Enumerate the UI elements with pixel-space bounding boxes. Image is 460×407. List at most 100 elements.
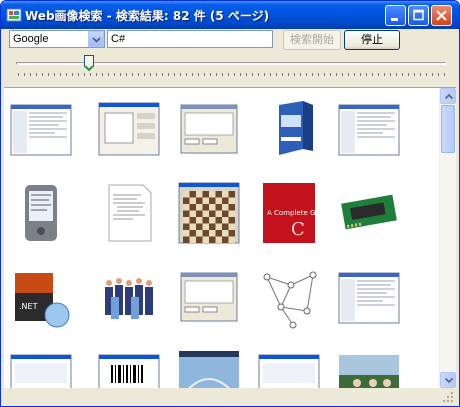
slider-tick (48, 73, 49, 76)
slider-tick (114, 73, 115, 76)
result-thumbnail-code-document[interactable] (97, 181, 161, 245)
result-thumbnail-ide-screenshot[interactable] (337, 265, 401, 329)
scroll-up-button[interactable] (440, 88, 456, 104)
slider-tick (210, 73, 211, 76)
svg-text:.NET: .NET (19, 302, 38, 311)
result-thumbnail-dialog-screenshot[interactable] (177, 97, 241, 161)
slider-tick (144, 73, 145, 76)
window-title: Web画像検索 - 検索結果: 82 件 (5 ページ) (25, 9, 270, 23)
result-thumbnail-chess-game-screenshot[interactable] (177, 181, 241, 245)
slider-tick (444, 73, 445, 76)
slider-tick (102, 73, 103, 76)
chevron-down-icon (92, 37, 101, 43)
result-thumbnail-circuit-board[interactable] (337, 181, 401, 245)
status-bar (4, 388, 456, 405)
slider-tick (198, 73, 199, 76)
app-icon (6, 8, 22, 22)
slider-tick (96, 73, 97, 76)
slider-tick (90, 73, 91, 76)
main-window: Web画像検索 - 検索結果: 82 件 (5 ページ) Google 検索開始… (0, 0, 460, 407)
result-thumbnail-photo[interactable] (337, 349, 401, 388)
slider-tick (54, 73, 55, 76)
scroll-thumb[interactable] (441, 105, 455, 153)
result-thumbnail-app-screenshot[interactable] (257, 349, 321, 388)
title-bar[interactable]: Web画像検索 - 検索結果: 82 件 (5 ページ) (1, 1, 459, 29)
slider-tick (108, 73, 109, 76)
slider-tick (246, 73, 247, 76)
slider-tick (78, 73, 79, 76)
result-thumbnail-bridge-photo[interactable] (177, 349, 241, 388)
dropdown-button[interactable] (88, 31, 104, 47)
minimize-button[interactable] (385, 5, 406, 26)
close-button[interactable] (431, 5, 452, 26)
resize-grip-icon[interactable] (442, 391, 454, 403)
slider-tick (234, 73, 235, 76)
minimize-icon (391, 18, 398, 21)
slider-tick (162, 73, 163, 76)
slider-tick (66, 73, 67, 76)
close-icon (436, 10, 447, 21)
slider-tick (402, 73, 403, 76)
slider-tick (156, 73, 157, 76)
result-thumbnail-pda-device[interactable] (9, 181, 73, 245)
slider-tick (330, 73, 331, 76)
result-thumbnail-book-cover-red[interactable]: A Complete Guide to C (257, 181, 321, 245)
slider-tick (150, 73, 151, 76)
svg-text:A Complete Guide to: A Complete Guide to (267, 209, 321, 217)
zoom-slider-thumb[interactable] (84, 55, 95, 71)
slider-tick (180, 73, 181, 76)
slider-tick (288, 73, 289, 76)
slider-tick (432, 73, 433, 76)
slider-tick (348, 73, 349, 76)
slider-tick (24, 73, 25, 76)
result-thumbnail-ide-screenshot[interactable] (9, 97, 73, 161)
slider-tick (324, 73, 325, 76)
slider-tick (216, 73, 217, 76)
toolbar: Google 検索開始 停止 (4, 29, 456, 87)
slider-tick (390, 73, 391, 76)
slider-tick (318, 73, 319, 76)
slider-tick (372, 73, 373, 76)
slider-tick (420, 73, 421, 76)
slider-tick (414, 73, 415, 76)
slider-tick (426, 73, 427, 76)
result-thumbnail-ide-screenshot[interactable] (337, 97, 401, 161)
slider-tick (360, 73, 361, 76)
result-thumbnail-group-of-people[interactable] (97, 265, 161, 329)
results-panel[interactable]: A Complete Guide to C .NET (4, 87, 456, 388)
result-thumbnail-form-designer-screenshot[interactable] (97, 97, 161, 161)
slider-tick (396, 73, 397, 76)
scroll-down-button[interactable] (440, 372, 456, 388)
maximize-button[interactable] (408, 5, 429, 26)
search-engine-select[interactable]: Google (9, 30, 105, 48)
search-start-button[interactable]: 検索開始 (283, 30, 341, 50)
slider-tick (270, 73, 271, 76)
slider-tick (294, 73, 295, 76)
slider-tick (300, 73, 301, 76)
slider-tick (276, 73, 277, 76)
svg-text:C: C (291, 219, 305, 240)
result-thumbnail-dotnet-framework-box[interactable]: .NET (9, 265, 73, 329)
slider-tick (60, 73, 61, 76)
slider-tick (264, 73, 265, 76)
slider-tick (186, 73, 187, 76)
slider-tick (174, 73, 175, 76)
stop-button[interactable]: 停止 (344, 30, 400, 50)
zoom-slider-track[interactable] (16, 62, 446, 65)
slider-tick (306, 73, 307, 76)
search-query-input[interactable] (107, 30, 273, 48)
slider-tick (192, 73, 193, 76)
slider-tick (18, 73, 19, 76)
result-thumbnail-app-screenshot[interactable] (9, 349, 73, 388)
vertical-scrollbar[interactable] (439, 88, 456, 388)
slider-tick (204, 73, 205, 76)
slider-tick (252, 73, 253, 76)
slider-tick (228, 73, 229, 76)
slider-tick (72, 73, 73, 76)
slider-tick (168, 73, 169, 76)
result-thumbnail-software-box[interactable] (257, 97, 321, 161)
result-thumbnail-barcode-screenshot[interactable] (97, 349, 161, 388)
result-thumbnail-network-graph[interactable] (257, 265, 321, 329)
result-thumbnail-dialog-screenshot[interactable] (177, 265, 241, 329)
slider-tick (240, 73, 241, 76)
